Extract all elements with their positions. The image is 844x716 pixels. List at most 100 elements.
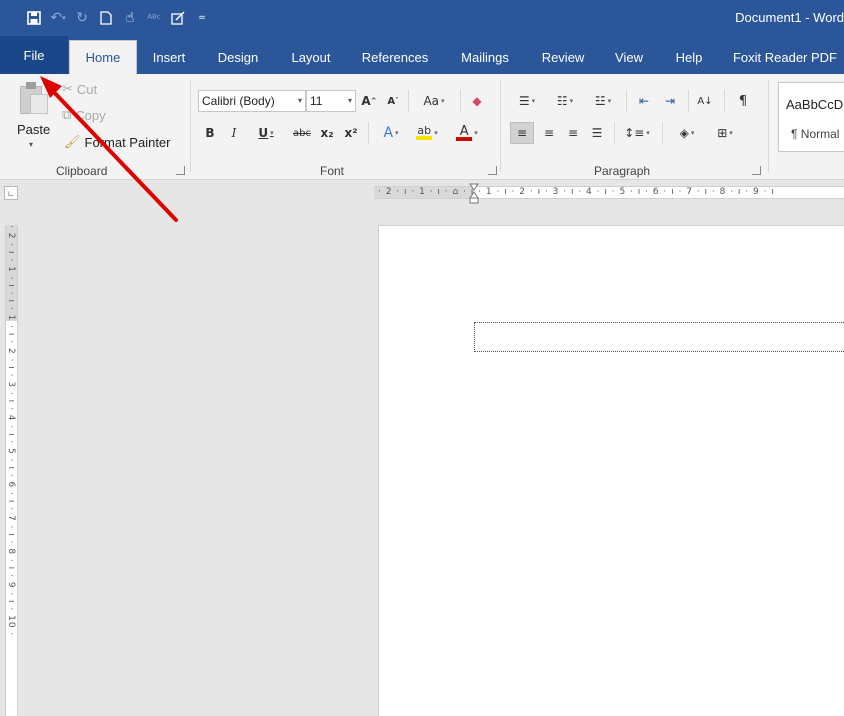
title-bar: ↶ ▾ ↻ ☝ ᴬᴮᶜ = Document1 - Word xyxy=(0,0,844,36)
tab-layout[interactable]: Layout xyxy=(282,40,340,74)
group-divider xyxy=(500,80,501,172)
borders-icon: ⊞ xyxy=(717,126,728,140)
group-divider xyxy=(190,80,191,172)
document-title: Document1 - Word xyxy=(735,10,844,25)
multilevel-list-button[interactable]: ☳ ▾ xyxy=(586,90,620,112)
touch-mode-icon[interactable]: ☝ xyxy=(118,8,142,28)
justify-button[interactable]: ☰ xyxy=(586,122,608,144)
font-color-swatch xyxy=(456,136,473,141)
vertical-ruler[interactable]: · 2 · ı · 1 · ı · ı · 1 · ı · 2 · ı · 3 … xyxy=(5,225,18,716)
line-spacing-button[interactable]: ↕≡ ▾ xyxy=(620,122,654,144)
chevron-down-icon: ▾ xyxy=(297,96,302,105)
ribbon-tabs: File Home Insert Design Layout Reference… xyxy=(0,36,844,74)
ruler-ticks: · 2 · ı · 1 · ı · ⌂ · ı · 1 · ı · 2 · ı … xyxy=(378,187,775,197)
indent-marker-icon[interactable] xyxy=(469,183,479,205)
text-cursor-area[interactable] xyxy=(474,322,844,352)
tab-design[interactable]: Design xyxy=(208,40,268,74)
underline-icon: U xyxy=(258,126,269,140)
divider xyxy=(724,90,725,112)
sort-button[interactable]: A↓ xyxy=(694,90,716,112)
divider xyxy=(368,122,369,144)
style-normal[interactable]: AaBbCcD ¶ Normal xyxy=(778,82,844,152)
italic-button[interactable]: I xyxy=(226,122,242,144)
tab-home[interactable]: Home xyxy=(69,40,137,74)
vertical-ruler-ticks: · 2 · ı · 1 · ı · ı · 1 · ı · 2 · ı · 3 … xyxy=(6,225,16,637)
spelling-icon[interactable]: ᴬᴮᶜ xyxy=(142,8,166,28)
strikethrough-button[interactable]: abc xyxy=(290,122,314,144)
increase-indent-icon: ⇥ xyxy=(664,94,676,108)
font-size-select[interactable]: 11 ▾ xyxy=(306,90,356,112)
bullets-icon: ☰ xyxy=(518,94,530,108)
align-left-icon: ≡ xyxy=(516,126,528,140)
tab-mailings[interactable]: Mailings xyxy=(450,40,520,74)
tab-help[interactable]: Help xyxy=(666,40,712,74)
font-family-select[interactable]: Calibri (Body) ▾ xyxy=(198,90,306,112)
underline-button[interactable]: U ▾ xyxy=(252,122,280,144)
document-page[interactable] xyxy=(378,225,844,716)
increase-indent-button[interactable]: ⇥ xyxy=(658,90,682,112)
tab-insert[interactable]: Insert xyxy=(142,40,196,74)
shrink-font-button[interactable]: Aˇ xyxy=(384,90,402,112)
tab-references[interactable]: References xyxy=(354,40,436,74)
paragraph-launcher-icon[interactable] xyxy=(752,166,761,175)
change-case-button[interactable]: Aa ▾ xyxy=(414,90,454,112)
grow-font-icon: A xyxy=(361,94,371,108)
align-right-button[interactable]: ≡ xyxy=(562,122,584,144)
redo-icon[interactable]: ↻ xyxy=(70,8,94,28)
copy-button[interactable]: ⧉ Copy xyxy=(62,108,106,123)
format-painter-button[interactable]: 🖌 Format Painter xyxy=(64,135,171,150)
font-size-value: 11 xyxy=(310,94,323,108)
tab-file[interactable]: File xyxy=(0,36,68,74)
font-family-value: Calibri (Body) xyxy=(202,94,275,108)
clear-formatting-button[interactable]: ◆ xyxy=(466,90,488,112)
paintbrush-icon: 🖌 xyxy=(64,135,81,150)
divider xyxy=(408,90,409,112)
customize-qat-icon[interactable]: = xyxy=(190,8,214,28)
font-color-button[interactable]: A ▾ xyxy=(450,122,484,144)
tab-view[interactable]: View xyxy=(606,40,652,74)
font-launcher-icon[interactable] xyxy=(488,166,497,175)
save-icon[interactable] xyxy=(22,8,46,28)
grow-font-button[interactable]: A ^ xyxy=(360,90,378,112)
tab-foxit-reader-pdf[interactable]: Foxit Reader PDF xyxy=(726,40,844,74)
draw-table-icon[interactable] xyxy=(166,8,190,28)
paste-dropdown-icon[interactable]: ▾ xyxy=(29,140,33,149)
undo-icon[interactable]: ↶ ▾ xyxy=(46,8,70,28)
tab-selector-icon[interactable]: ∟ xyxy=(4,186,18,200)
style-name: ¶ Normal xyxy=(791,127,840,141)
paste-button[interactable]: Paste xyxy=(17,122,50,137)
eraser-icon: ◆ xyxy=(472,94,482,108)
multilevel-list-icon: ☳ xyxy=(594,94,606,108)
superscript-button[interactable]: x² xyxy=(342,122,360,144)
cut-label: Cut xyxy=(76,82,98,97)
paste-icon[interactable] xyxy=(14,82,50,116)
divider xyxy=(460,90,461,112)
change-case-icon: Aa xyxy=(423,94,440,108)
align-left-button[interactable]: ≡ xyxy=(510,122,534,144)
numbering-icon: ☷ xyxy=(556,94,568,108)
cut-button[interactable]: ✂ Cut xyxy=(62,82,97,97)
show-formatting-marks-button[interactable]: ¶ xyxy=(732,90,754,112)
bullets-button[interactable]: ☰ ▾ xyxy=(510,90,544,112)
font-color-icon: A xyxy=(459,123,469,139)
text-effects-icon: A xyxy=(383,125,394,141)
bold-button[interactable]: B xyxy=(202,122,218,144)
subscript-button[interactable]: x₂ xyxy=(318,122,336,144)
shading-button[interactable]: ◈ ▾ xyxy=(670,122,704,144)
paint-bucket-icon: ◈ xyxy=(679,126,689,140)
text-effects-button[interactable]: A ▾ xyxy=(376,122,406,144)
shrink-font-icon: A xyxy=(387,95,396,107)
paragraph-group-label: Paragraph xyxy=(594,164,651,178)
clipboard-launcher-icon[interactable] xyxy=(176,166,185,175)
numbering-button[interactable]: ☷ ▾ xyxy=(548,90,582,112)
decrease-indent-button[interactable]: ⇤ xyxy=(632,90,656,112)
horizontal-ruler[interactable]: · 2 · ı · 1 · ı · ⌂ · ı · 1 · ı · 2 · ı … xyxy=(374,186,844,199)
divider xyxy=(688,90,689,112)
new-document-icon[interactable] xyxy=(94,8,118,28)
borders-button[interactable]: ⊞ ▾ xyxy=(708,122,742,144)
tab-review[interactable]: Review xyxy=(534,40,592,74)
divider xyxy=(626,90,627,112)
highlight-button[interactable]: ab ▾ xyxy=(410,122,444,144)
align-center-button[interactable]: ≡ xyxy=(538,122,560,144)
format-painter-label: Format Painter xyxy=(84,135,171,150)
